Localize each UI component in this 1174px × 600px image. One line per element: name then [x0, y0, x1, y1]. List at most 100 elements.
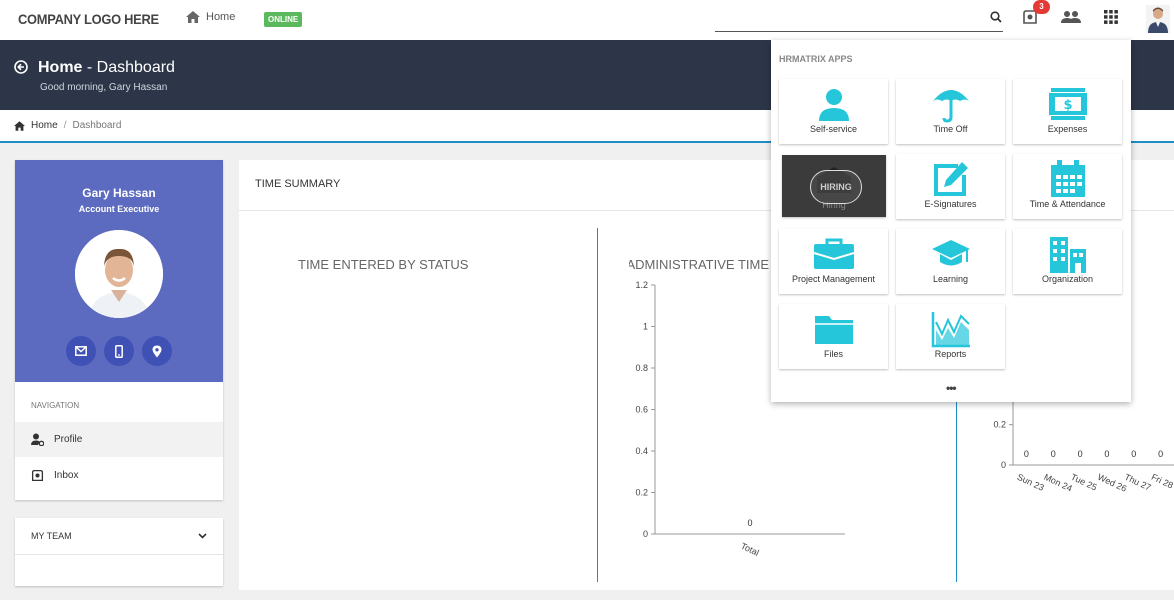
- profile-banner: Gary Hassan Account Executive: [15, 160, 223, 382]
- app-tile-project-management[interactable]: Project Management: [779, 229, 888, 294]
- my-team-card: MY TEAM: [15, 518, 223, 586]
- mobile-phone-icon: [115, 344, 123, 358]
- x-tick-label: Tue 25: [1069, 472, 1098, 493]
- app-tile-label: Files: [823, 349, 843, 359]
- bar-value-label: 0: [1051, 449, 1056, 459]
- nav-item-label: Profile: [54, 434, 83, 445]
- apps-panel-title: HRMATRIX APPS: [779, 54, 853, 64]
- home-nav-label: Home: [206, 11, 236, 23]
- nav-item-profile[interactable]: Profile: [15, 422, 223, 457]
- app-tile-label: Time & Attendance: [1029, 199, 1106, 209]
- notification-count-badge: 3: [1033, 0, 1050, 14]
- profile-role: Account Executive: [78, 204, 160, 214]
- breadcrumb-current: Dashboard: [72, 120, 122, 131]
- x-tick-label: Wed 26: [1096, 472, 1128, 494]
- nav-item-label: Inbox: [54, 470, 79, 481]
- hiring-hover-overlay[interactable]: HIRING: [810, 170, 862, 204]
- app-tile-organization[interactable]: Organization: [1013, 229, 1122, 294]
- edit-icon: [933, 161, 968, 196]
- briefcase-icon: [813, 238, 854, 269]
- y-tick-label: 1.2: [635, 280, 648, 290]
- y-tick-label: 0.2: [993, 420, 1006, 430]
- search-icon[interactable]: [990, 11, 1002, 23]
- bar-value-label: 0: [1104, 449, 1109, 459]
- profile-card: Gary Hassan Account Executive NAVIGATION…: [15, 160, 223, 500]
- bar-value-label: 0: [1131, 449, 1136, 459]
- x-tick-label: Mon 24: [1042, 472, 1073, 494]
- y-tick-label: 0.6: [635, 405, 648, 415]
- app-tile-label: Organization: [1041, 274, 1094, 284]
- app-tile-hiring[interactable]: Hiring HIRING: [782, 155, 886, 217]
- app-tile-e-signatures[interactable]: E-Signatures: [896, 154, 1005, 219]
- user-avatar[interactable]: [1146, 5, 1170, 33]
- y-tick-label: 0: [1001, 460, 1006, 470]
- greeting-text: Good morning, Gary Hassan: [40, 82, 168, 93]
- chart-icon: [931, 311, 970, 347]
- app-tile-time-off[interactable]: Time Off: [896, 79, 1005, 144]
- email-button[interactable]: [66, 336, 96, 366]
- building-icon: [1049, 236, 1086, 273]
- administrative-time-title: ADMINISTRATIVE TIME: [629, 257, 769, 272]
- bar-value-label: 0: [1078, 449, 1083, 459]
- navigation-heading: NAVIGATION: [31, 401, 80, 410]
- y-tick-label: 0: [643, 529, 648, 539]
- app-tile-expenses[interactable]: $ Expenses: [1013, 79, 1122, 144]
- app-tile-label: Self-service: [809, 124, 857, 134]
- graduation-cap-icon: [931, 239, 970, 265]
- nav-item-inbox[interactable]: Inbox: [15, 458, 223, 493]
- back-arrow-icon[interactable]: [14, 60, 28, 74]
- x-tick-label: Sun 23: [1016, 472, 1046, 493]
- x-tick-label: Fri 28: [1150, 472, 1174, 491]
- money-icon: $: [1048, 87, 1087, 120]
- app-tile-time-attendance[interactable]: Time & Attendance: [1013, 154, 1122, 219]
- more-apps-icon[interactable]: •••: [946, 381, 957, 395]
- bar-value-label: 0: [747, 518, 752, 528]
- app-tile-label: Expenses: [1047, 124, 1088, 134]
- app-tile-label: E-Signatures: [924, 199, 977, 209]
- email-icon: [75, 346, 87, 356]
- my-team-title: MY TEAM: [31, 531, 72, 541]
- profile-name: Gary Hassan: [82, 186, 156, 200]
- team-icon[interactable]: [1061, 10, 1081, 24]
- phone-button[interactable]: [104, 336, 134, 366]
- home-nav-link[interactable]: Home: [186, 11, 235, 23]
- y-tick-label: 0.8: [635, 363, 648, 373]
- y-tick-label: 1: [643, 322, 648, 332]
- app-tile-label: Learning: [932, 274, 969, 284]
- breadcrumb-home[interactable]: Home: [31, 120, 58, 131]
- calendar-icon: [1050, 159, 1085, 197]
- app-tile-self-service[interactable]: Self-service: [779, 79, 888, 144]
- app-tile-reports[interactable]: Reports: [896, 304, 1005, 369]
- x-tick-label: Thu 27: [1123, 472, 1153, 493]
- search-input[interactable]: [715, 31, 1003, 32]
- my-team-header[interactable]: MY TEAM: [15, 518, 223, 555]
- page-title: Home - Dashboard: [38, 59, 175, 76]
- bar-value-label: 0: [1024, 449, 1029, 459]
- daily-time-chart: 0.60.40.200Sun 230Mon 240Tue 250Wed 260T…: [993, 380, 1174, 494]
- home-icon: [14, 120, 25, 131]
- company-logo[interactable]: COMPANY LOGO HERE: [18, 11, 159, 27]
- location-button[interactable]: [142, 336, 172, 366]
- app-tile-label: Reports: [934, 349, 967, 359]
- y-tick-label: 0.4: [635, 446, 648, 456]
- breadcrumb-separator: /: [63, 120, 67, 131]
- time-entered-by-status-title: TIME ENTERED BY STATUS: [298, 257, 469, 272]
- chevron-down-icon[interactable]: [198, 533, 207, 539]
- y-tick-label: 0.2: [635, 488, 648, 498]
- top-bar: COMPANY LOGO HERE Home ONLINE 3: [0, 0, 1174, 40]
- column-divider: [597, 228, 598, 582]
- user-settings-icon: [31, 433, 44, 446]
- apps-grid-icon[interactable]: [1104, 10, 1118, 24]
- profile-photo: [75, 230, 163, 318]
- inbox-icon: [31, 469, 44, 482]
- bar-value-label: 0: [1158, 449, 1163, 459]
- app-tile-files[interactable]: Files: [779, 304, 888, 369]
- svg-text:$: $: [1063, 98, 1072, 113]
- app-tile-learning[interactable]: Learning: [896, 229, 1005, 294]
- folder-icon: [814, 315, 853, 344]
- location-pin-icon: [152, 345, 162, 357]
- apps-dropdown-panel: HRMATRIX APPS Self-service Time Off $ Ex…: [771, 40, 1131, 402]
- home-icon: [186, 11, 200, 23]
- app-tile-label: Time Off: [933, 124, 968, 134]
- app-tile-label: Project Management: [791, 274, 876, 284]
